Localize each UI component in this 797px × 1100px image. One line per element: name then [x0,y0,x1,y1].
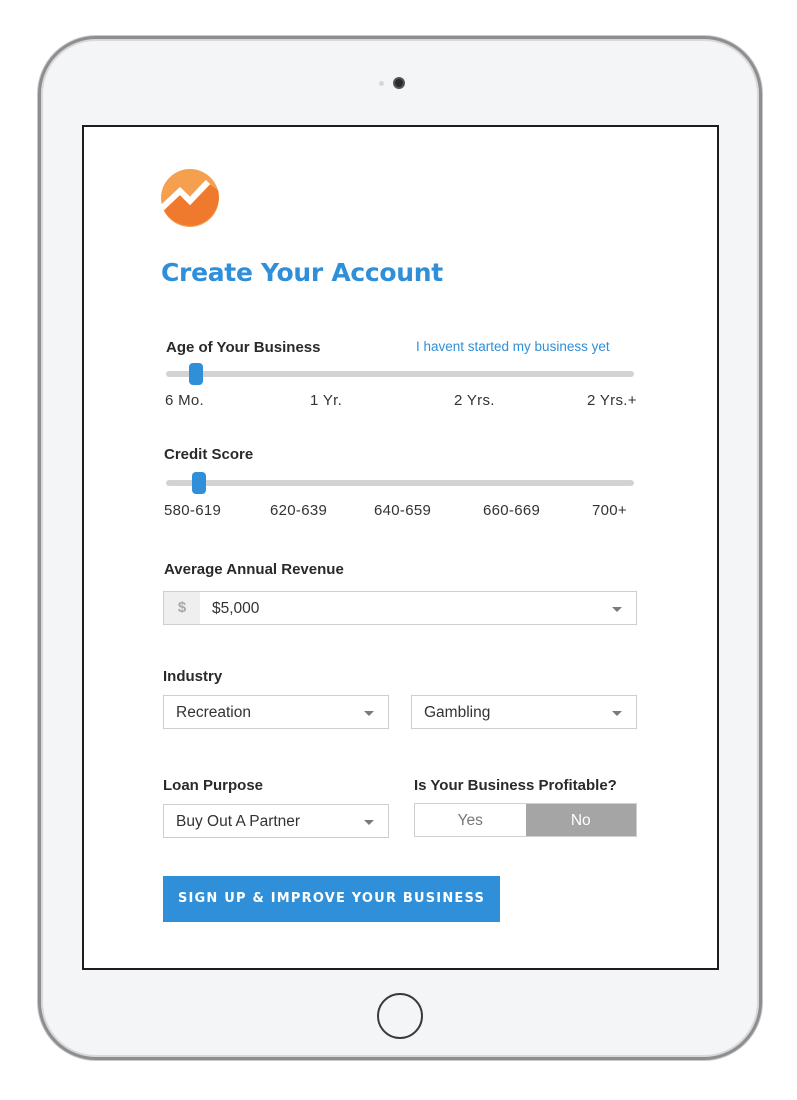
loan-purpose-label: Loan Purpose [163,777,264,794]
dollar-icon: $ [177,599,187,616]
business-age-tick: 6 Mo. [165,392,205,409]
credit-score-slider-track[interactable] [166,480,634,486]
chevron-down-icon [364,820,374,825]
profitable-toggle[interactable]: Yes No [414,803,637,837]
business-age-tick: 1 Yr. [310,392,343,409]
camera-icon [393,77,405,89]
not-started-link[interactable]: I havent started my business yet [416,339,610,354]
loan-purpose-select[interactable]: Buy Out A Partner [163,804,389,838]
credit-score-label: Credit Score [164,446,254,463]
business-age-slider-thumb[interactable] [189,363,203,385]
light-sensor [379,81,384,86]
business-age-tick: 2 Yrs. [454,392,495,409]
profitable-yes-option[interactable]: Yes [415,804,526,836]
industry-value: Recreation [176,704,251,721]
credit-score-slider-thumb[interactable] [192,472,206,494]
screen [82,125,719,970]
revenue-value: $5,000 [212,600,260,617]
credit-score-tick: 700+ [592,502,627,519]
credit-score-tick: 620-639 [270,502,328,519]
industry-label: Industry [163,668,223,685]
credit-score-tick: 580-619 [164,502,222,519]
revenue-select[interactable]: $ $5,000 [163,591,637,625]
page-title: Create Your Account [161,258,443,287]
business-age-label: Age of Your Business [166,339,321,356]
credit-score-tick: 640-659 [374,502,432,519]
profitable-no-option[interactable]: No [525,804,636,836]
sub-industry-select[interactable]: Gambling [411,695,637,729]
home-button[interactable] [377,993,423,1039]
loan-purpose-value: Buy Out A Partner [176,813,301,830]
sign-up-button[interactable]: SIGN UP & IMPROVE YOUR BUSINESS [163,876,500,922]
profitable-label: Is Your Business Profitable? [414,777,617,794]
credit-score-tick: 660-669 [483,502,541,519]
logo-icon [160,169,219,227]
sub-industry-value: Gambling [424,704,491,721]
chevron-down-icon [612,607,622,612]
business-age-slider-track[interactable] [166,371,634,377]
chevron-down-icon [612,711,622,716]
currency-prefix: $ [164,592,200,624]
industry-select[interactable]: Recreation [163,695,389,729]
chevron-down-icon [364,711,374,716]
revenue-label: Average Annual Revenue [164,561,344,578]
business-age-tick: 2 Yrs.+ [587,392,637,409]
